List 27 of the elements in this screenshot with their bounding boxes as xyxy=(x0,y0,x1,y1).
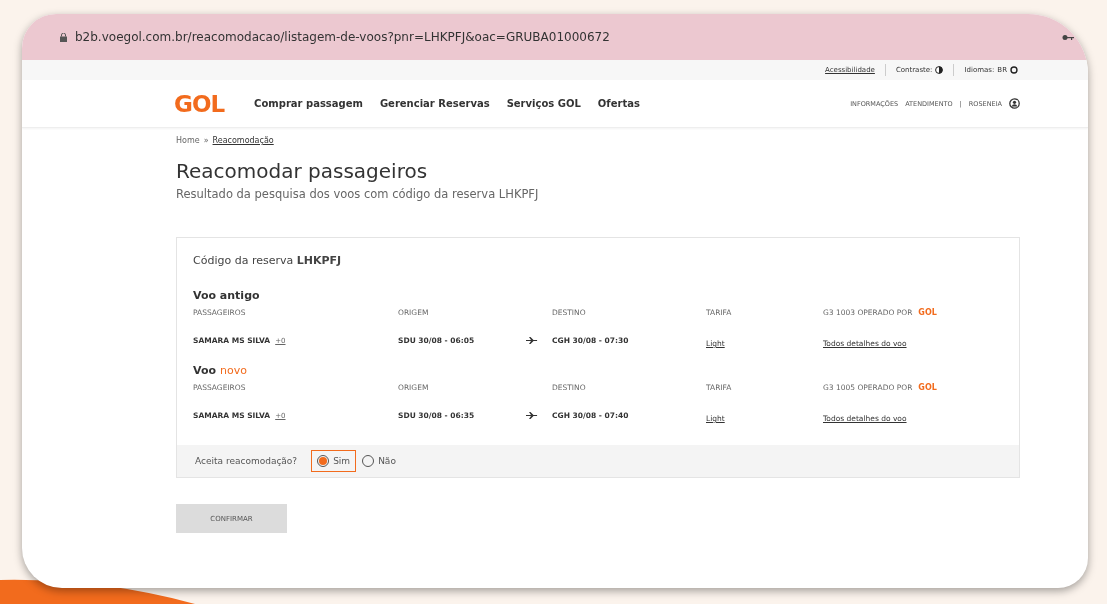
nav-link[interactable]: Ofertas xyxy=(597,98,640,109)
nav-link[interactable]: Serviços GOL xyxy=(506,98,581,109)
gol-logo: GOL xyxy=(918,383,937,392)
question-label: Aceita reacomodação? xyxy=(195,456,298,466)
breadcrumb-item[interactable]: Home xyxy=(176,136,200,145)
radio-option[interactable]: Não xyxy=(356,450,402,472)
reservation-code: Código da reserva LHKPFJ xyxy=(192,253,343,269)
breadcrumb-separator: » xyxy=(203,136,209,145)
radio-option[interactable]: Sim xyxy=(311,450,357,472)
globe-icon[interactable] xyxy=(1010,66,1018,74)
airplane-icon xyxy=(526,337,538,344)
page-title: Reacomodar passageiros xyxy=(176,159,429,183)
url-text: b2b.voegol.com.br/reacomodacao/listagem-de-voos?pnr=LHKPFJ&oac=GRUBA01000672 xyxy=(75,30,611,44)
breadcrumb-link[interactable]: Reacomodação xyxy=(212,136,274,145)
flight-title: Voo xyxy=(193,364,217,377)
flight-title-accent: novo xyxy=(220,364,247,377)
nav-link[interactable]: Comprar passagem xyxy=(254,98,363,109)
lock-icon xyxy=(60,32,67,42)
airplane-icon xyxy=(526,412,538,419)
flight-title: Voo antigo xyxy=(193,289,260,302)
address-bar[interactable]: b2b.voegol.com.br/reacomodacao/listagem-de-voos?pnr=LHKPFJ&oac=GRUBA01000672 xyxy=(22,14,1088,60)
page-subtitle: Resultado da pesquisa dos voos com código da reserva LHKPFJ xyxy=(176,187,540,201)
key-icon[interactable] xyxy=(1062,33,1074,41)
user-icon[interactable] xyxy=(1009,98,1020,109)
gol-logo: GOL xyxy=(918,308,937,317)
nav-link[interactable]: Gerenciar Reservas xyxy=(379,98,490,109)
contrast-icon[interactable] xyxy=(935,66,944,74)
